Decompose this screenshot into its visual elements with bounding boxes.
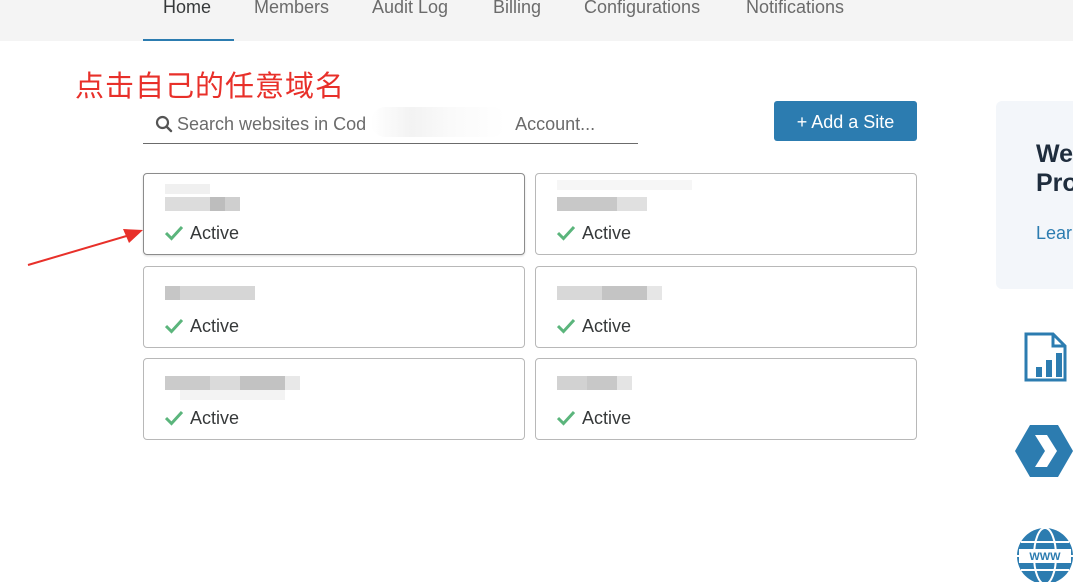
search-bar — [143, 103, 638, 144]
status-label: Active — [582, 316, 632, 336]
site-card[interactable]: Active — [535, 266, 917, 348]
top-nav-bar: Home Members Audit Log Billing Configura… — [0, 0, 1073, 41]
svg-text:WWW: WWW — [1029, 551, 1061, 563]
analytics-document-icon — [1024, 332, 1067, 382]
promo-title: We Pro — [1036, 140, 1073, 197]
promo-learn-link[interactable]: Lear — [1036, 223, 1072, 244]
check-icon — [165, 318, 183, 334]
tab-home[interactable]: Home — [163, 0, 211, 41]
tab-notifications[interactable]: Notifications — [746, 0, 844, 41]
site-card[interactable]: Active — [535, 358, 917, 440]
www-globe-icon: WWW — [1017, 527, 1073, 582]
status-label: Active — [190, 316, 240, 336]
tab-audit-log[interactable]: Audit Log — [372, 0, 448, 41]
tab-billing[interactable]: Billing — [493, 0, 541, 41]
status-label: Active — [190, 223, 240, 243]
site-card[interactable]: Active — [143, 266, 525, 348]
check-icon — [165, 410, 183, 426]
promo-panel: We Pro Lear — [996, 101, 1073, 289]
chevron-shield-icon — [1015, 425, 1073, 477]
status-label: Active — [582, 408, 632, 428]
site-card[interactable]: Active — [143, 358, 525, 440]
check-icon — [557, 410, 575, 426]
check-icon — [557, 225, 575, 241]
status-label: Active — [582, 223, 632, 243]
check-icon — [557, 318, 575, 334]
status-label: Active — [190, 408, 240, 428]
active-tab-indicator — [143, 39, 234, 41]
site-card[interactable]: Active — [535, 173, 917, 255]
tab-members[interactable]: Members — [254, 0, 329, 41]
redacted-account-name — [371, 107, 506, 137]
search-icon — [155, 115, 173, 133]
site-card[interactable]: Active — [143, 173, 525, 255]
tab-configurations[interactable]: Configurations — [584, 0, 700, 41]
annotation-arrow-icon — [27, 229, 143, 266]
add-site-button[interactable]: + Add a Site — [774, 101, 917, 141]
check-icon — [165, 225, 183, 241]
annotation-text: 点击自己的任意域名 — [75, 69, 346, 103]
